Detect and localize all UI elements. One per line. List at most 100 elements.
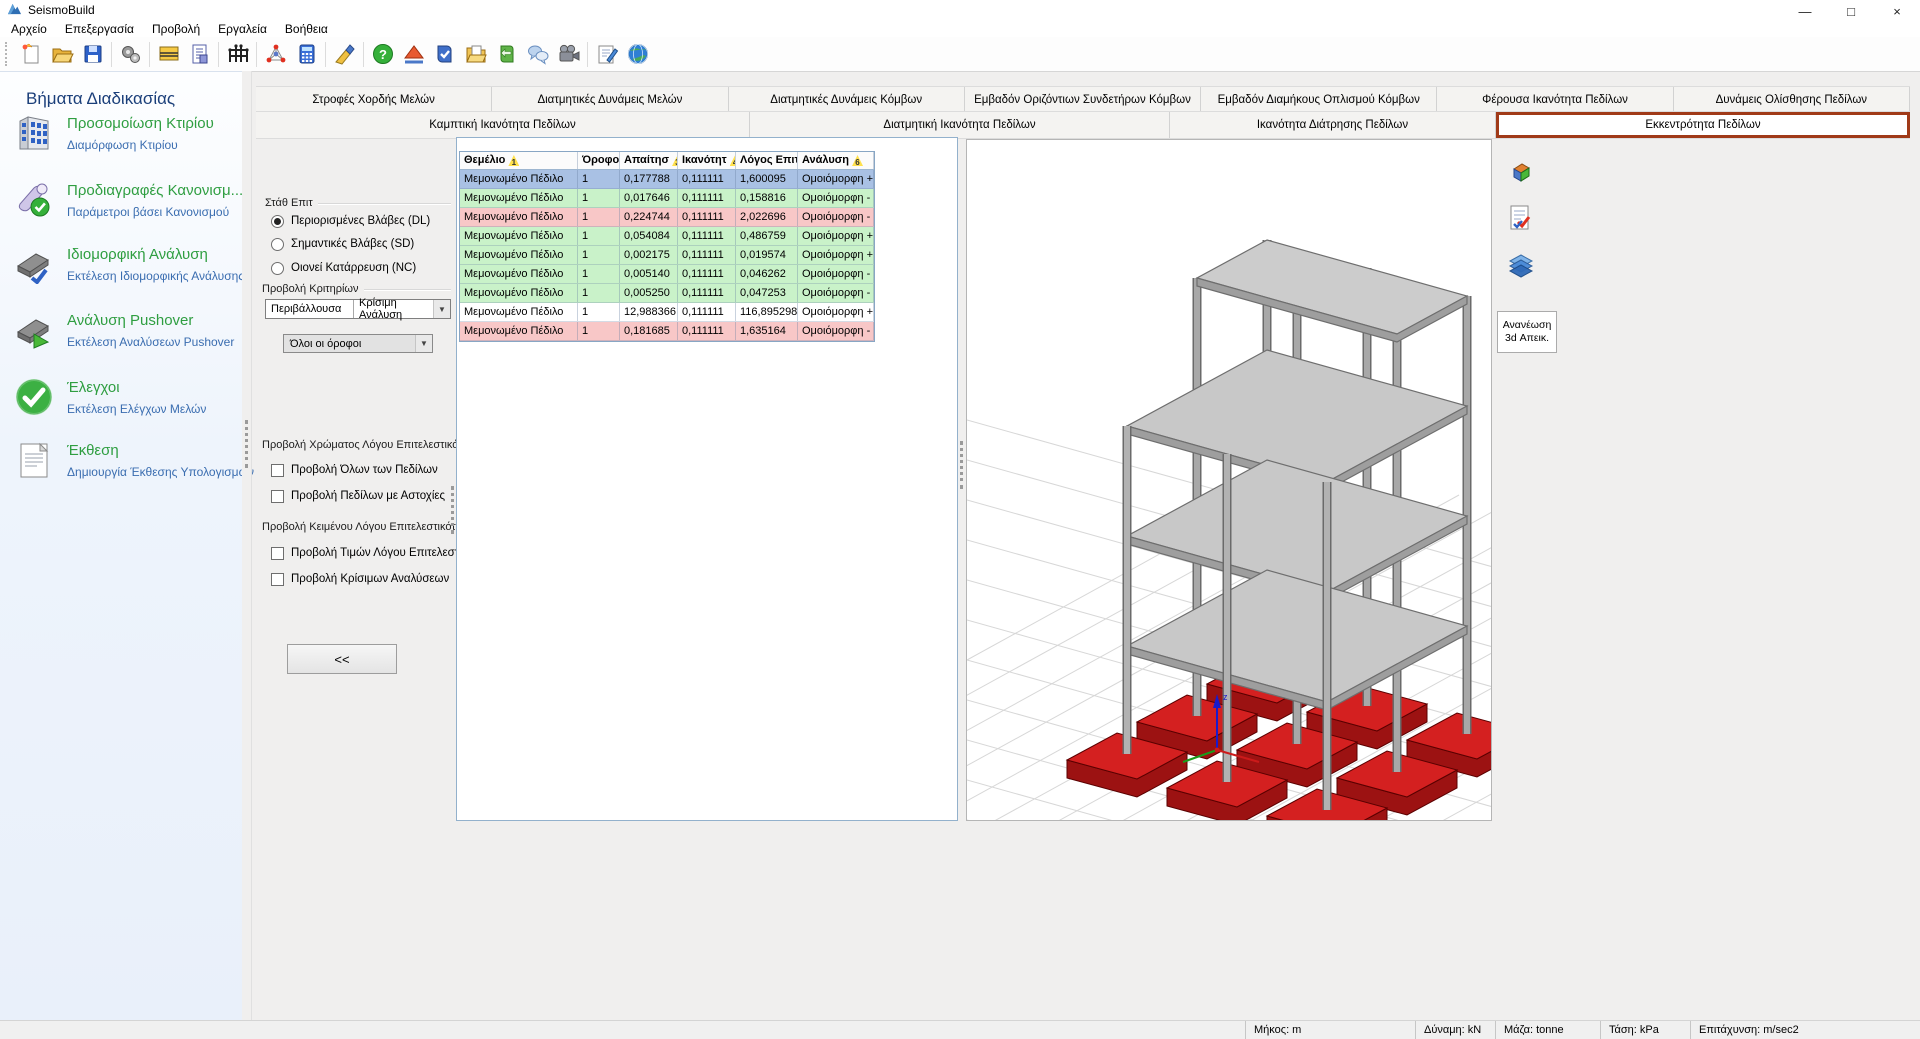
help-icon[interactable]: ? [367, 39, 398, 69]
feedback-chat-icon[interactable] [522, 39, 553, 69]
cell-analysis: Ομοιόμορφη + [798, 170, 874, 188]
step-subtitle[interactable]: Εκτέλεση Ιδιομορφικής Ανάλυσης [67, 269, 244, 283]
step-subtitle[interactable]: Εκτέλεση Αναλύσεων Pushover [67, 335, 234, 349]
cell-demand: 0,017646 [620, 189, 678, 207]
checkbox-label[interactable]: Προβολή Όλων των Πεδίλων [291, 464, 438, 476]
column-header-storey[interactable]: Όροφο2 [578, 152, 620, 169]
criteria-combo-critical: Κρίσιμη Ανάλυση [354, 297, 433, 321]
svg-text:?: ? [379, 47, 387, 62]
open-project-icon[interactable] [46, 39, 77, 69]
checks-display-icon[interactable] [1503, 199, 1539, 237]
menu-item[interactable]: Προβολή [143, 21, 209, 37]
cell-demand: 0,177788 [620, 170, 678, 188]
new-project-icon[interactable] [15, 39, 46, 69]
cell-analysis: Ομοιόμορφη + [798, 246, 874, 264]
checkbox-show-critical-analyses[interactable] [271, 573, 284, 586]
radio-near-collapse[interactable] [271, 262, 284, 275]
checkbox-show-ratio-values[interactable] [271, 547, 284, 560]
step-subtitle[interactable]: Εκτέλεση Ελέγχων Μελών [67, 402, 206, 416]
table-row[interactable]: Μεμονωμένο Πέδιλο 1 12,988366 0,111111 1… [460, 303, 874, 322]
column-header-demand[interactable]: Απαίτησ3 [620, 152, 678, 169]
table-row[interactable]: Μεμονωμένο Πέδιλο 1 0,054084 0,111111 0,… [460, 227, 874, 246]
table-row[interactable]: Μεμονωμένο Πέδιλο 1 0,005140 0,111111 0,… [460, 265, 874, 284]
edit-drawing-icon[interactable] [591, 39, 622, 69]
collapse-panel-button[interactable]: << [287, 644, 397, 674]
table-row[interactable]: Μεμονωμένο Πέδιλο 1 0,224744 0,111111 2,… [460, 208, 874, 227]
chevron-down-icon[interactable]: ▼ [415, 335, 432, 352]
project-folder-icon[interactable] [460, 39, 491, 69]
column-header-ratio[interactable]: Λόγος Επιτε5 [736, 152, 798, 169]
step-subtitle[interactable]: Παράμετροι βάσει Κανονισμού [67, 205, 229, 219]
section-template-icon[interactable] [153, 39, 184, 69]
radio-limited-damage[interactable] [271, 215, 284, 228]
checkbox-show-failed-footings[interactable] [271, 490, 284, 503]
menu-item[interactable]: Βοήθεια [276, 21, 337, 37]
checkbox-label[interactable]: Προβολή Κρίσιμων Αναλύσεων [291, 573, 449, 585]
step-subtitle[interactable]: Δημιουργία Έκθεσης Υπολογισμών [67, 465, 254, 479]
calculator-icon[interactable] [291, 39, 322, 69]
menu-item[interactable]: Αρχείο [2, 21, 56, 37]
sidebar-item-report[interactable]: Έκθεση Δημιουργία Έκθεσης Υπολογισμών [10, 440, 238, 498]
table-row[interactable]: Μεμονωμένο Πέδιλο 1 0,017646 0,111111 0,… [460, 189, 874, 208]
table-row[interactable]: Μεμονωμένο Πέδιλο 1 0,005250 0,111111 0,… [460, 284, 874, 303]
column-header-foundation[interactable]: Θεμέλιο1 [460, 152, 578, 169]
cell-storey: 1 [578, 189, 620, 207]
toolbar: ? [0, 37, 1920, 72]
code-check-icon[interactable] [429, 39, 460, 69]
menu-item[interactable]: Επεξεργασία [56, 21, 143, 37]
criteria-combo[interactable]: Περιβάλλουσα Κρίσιμη Ανάλυση ▼ [265, 299, 451, 319]
cell-capacity: 0,111111 [678, 246, 736, 264]
export-book-icon[interactable] [491, 39, 522, 69]
cell-storey: 1 [578, 208, 620, 226]
storey-combo-value: Όλοι οι όροφοι [284, 338, 415, 350]
sidebar-item-building-modelling[interactable]: Προσομοίωση Κτιρίου Διαμόρφωση Κτιρίου [10, 113, 238, 171]
column-header-analysis[interactable]: Ανάλυση6 [798, 152, 874, 169]
cell-capacity: 0,111111 [678, 227, 736, 245]
cell-capacity: 0,111111 [678, 322, 736, 340]
checkbox-label[interactable]: Προβολή Πεδίλων με Αστοχίες [291, 490, 445, 502]
chevron-down-icon[interactable]: ▼ [433, 300, 450, 318]
layers-icon[interactable] [1503, 245, 1539, 283]
settings-gears-icon[interactable] [115, 39, 146, 69]
model-3d-icon[interactable] [260, 39, 291, 69]
table-row[interactable]: Μεμονωμένο Πέδιλο 1 0,181685 0,111111 1,… [460, 322, 874, 341]
radio-label[interactable]: Σημαντικές Βλάβες (SD) [291, 238, 414, 250]
modal-results-icon[interactable] [398, 39, 429, 69]
view-3d-icon[interactable] [1503, 153, 1539, 191]
close-button[interactable]: × [1874, 0, 1920, 22]
sort-badge: 1 [508, 155, 519, 166]
storey-combo[interactable]: Όλοι οι όροφοι ▼ [283, 334, 433, 353]
report-template-icon[interactable] [184, 39, 215, 69]
viewer-3d-panel[interactable]: z [966, 139, 1492, 821]
sidebar-item-pushover-analysis[interactable]: Ανάλυση Pushover Εκτέλεση Αναλύσεων Push… [10, 310, 238, 368]
cell-foundation: Μεμονωμένο Πέδιλο [460, 189, 578, 207]
column-header-capacity[interactable]: Ικανότητ4 [678, 152, 736, 169]
cell-capacity: 0,111111 [678, 189, 736, 207]
radio-label[interactable]: Περιορισμένες Βλάβες (DL) [291, 215, 430, 227]
title-bar: SeismoBuild — □ × [0, 0, 1920, 20]
checkbox-show-all-footings[interactable] [271, 464, 284, 477]
text-display-group: Προβολή Κειμένου Λόγου Επιτελεστικότητας [262, 521, 454, 533]
frame-model-icon[interactable] [222, 39, 253, 69]
minimize-button[interactable]: — [1782, 0, 1828, 22]
table-row[interactable]: Μεμονωμένο Πέδιλο 1 0,002175 0,111111 0,… [460, 246, 874, 265]
cell-ratio: 2,022696 [736, 208, 798, 226]
sidebar-item-code-requirements[interactable]: Προδιαγραφές Κανονισμ... Παράμετροι βάσε… [10, 180, 238, 238]
save-project-icon[interactable] [77, 39, 108, 69]
toolbar-separator [587, 42, 588, 67]
web-globe-icon[interactable] [622, 39, 653, 69]
step-subtitle[interactable]: Διαμόρφωση Κτιρίου [67, 138, 178, 152]
sidebar-item-eigenvalue-analysis[interactable]: Ιδιομορφική Ανάλυση Εκτέλεση Ιδιομορφική… [10, 244, 238, 302]
paint-display-icon[interactable] [329, 39, 360, 69]
video-tutorial-icon[interactable] [553, 39, 584, 69]
cell-analysis: Ομοιόμορφη - [798, 322, 874, 340]
menu-item[interactable]: Εργαλεία [209, 21, 276, 37]
building-3d-render: z [967, 140, 1492, 820]
toolbar-grip[interactable] [5, 42, 11, 66]
radio-label[interactable]: Οιονεί Κατάρρευση (NC) [291, 262, 416, 274]
table-row[interactable]: Μεμονωμένο Πέδιλο 1 0,177788 0,111111 1,… [460, 170, 874, 189]
sidebar-item-checks[interactable]: Έλεγχοι Εκτέλεση Ελέγχων Μελών [10, 377, 238, 435]
radio-significant-damage[interactable] [271, 238, 284, 251]
refresh-3d-button[interactable]: Ανανέωση 3d Απεικ. [1497, 311, 1557, 353]
maximize-button[interactable]: □ [1828, 0, 1874, 22]
